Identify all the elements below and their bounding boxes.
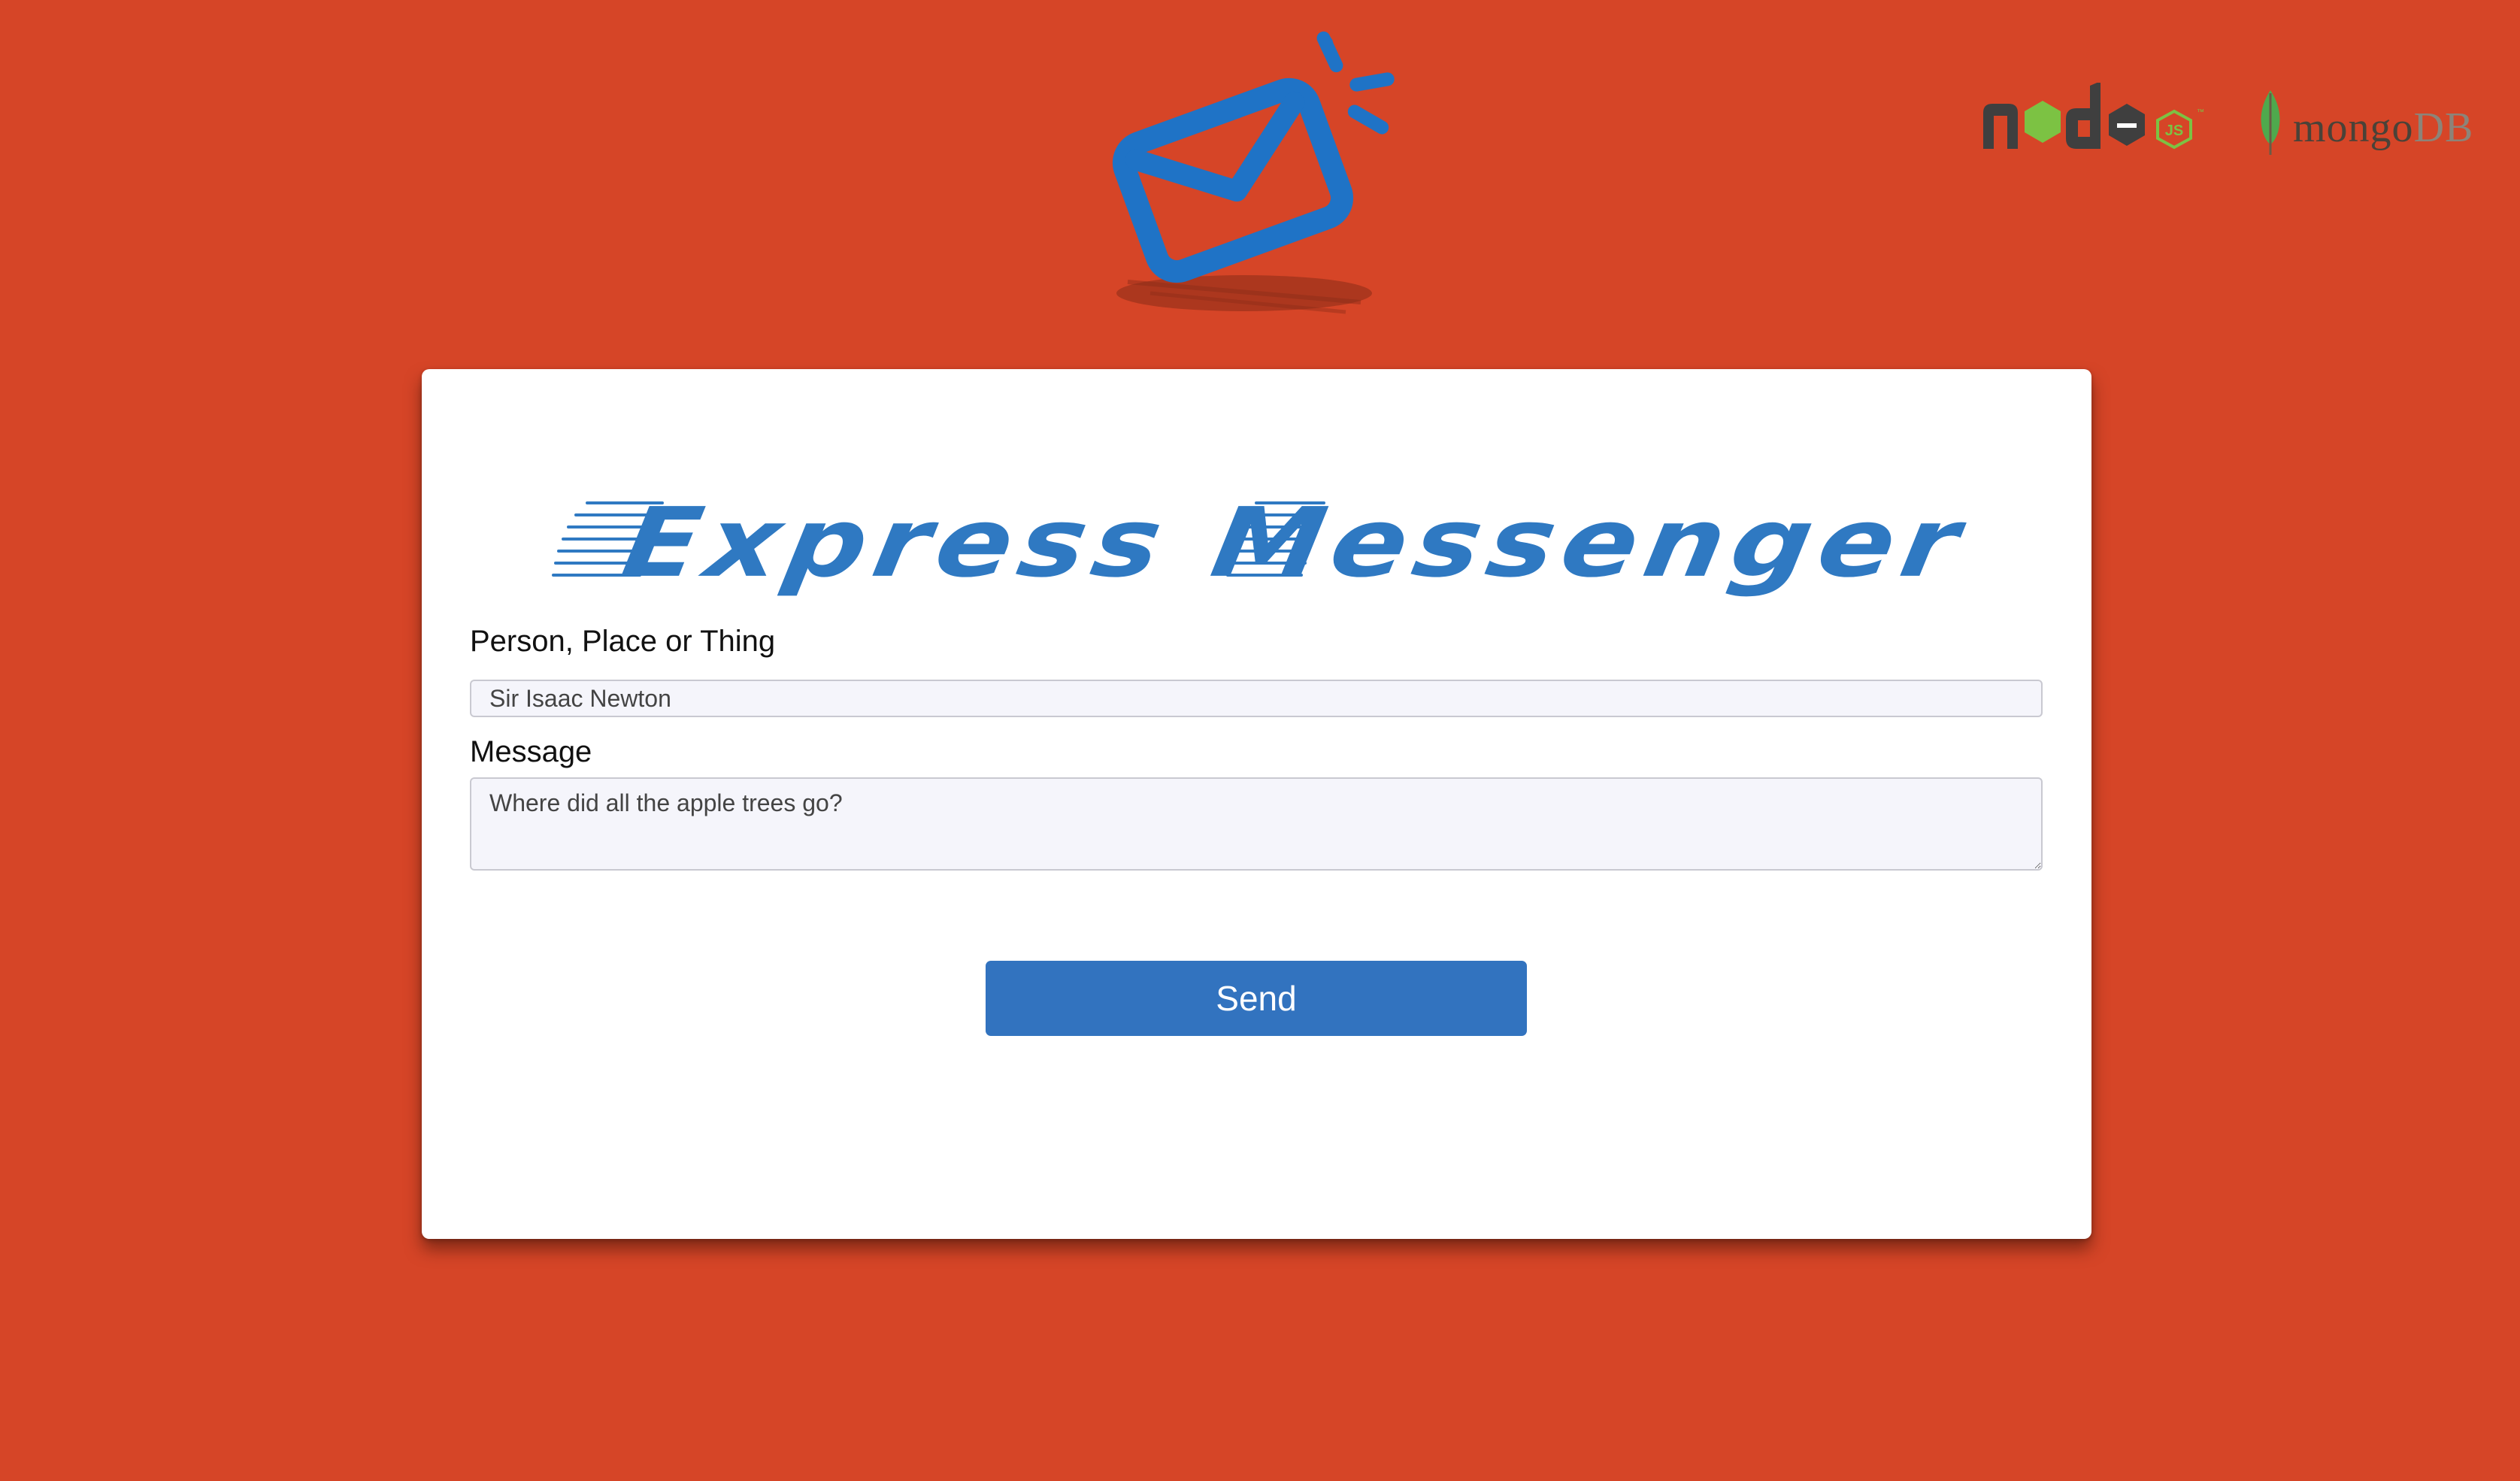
mongodb-wordmark: mongoDB [2293, 104, 2474, 151]
mongodb-leaf-icon [2261, 90, 2280, 155]
message-field-label: Message [470, 735, 592, 768]
svg-text:™: ™ [2197, 108, 2204, 117]
envelope-logo-icon [1112, 31, 1395, 314]
mongodb-logo: mongoDB [2255, 83, 2496, 158]
person-input[interactable]: Sir Isaac Newton [470, 680, 2043, 717]
node-js-badge: JS [2165, 123, 2183, 139]
message-textarea[interactable]: Where did all the apple trees go? [470, 777, 2043, 871]
nodejs-logo-icon: JS ™ [1983, 83, 2204, 150]
page: JS ™ mongoDB Express Messenger Person, P… [0, 0, 2520, 1481]
tech-logos: JS ™ mongoDB [1977, 83, 2488, 165]
messenger-card: Express Messenger Person, Place or Thing… [422, 369, 2091, 1239]
title-banner [552, 501, 1325, 577]
person-field-label: Person, Place or Thing [470, 625, 776, 658]
send-button[interactable]: Send [986, 961, 1527, 1036]
